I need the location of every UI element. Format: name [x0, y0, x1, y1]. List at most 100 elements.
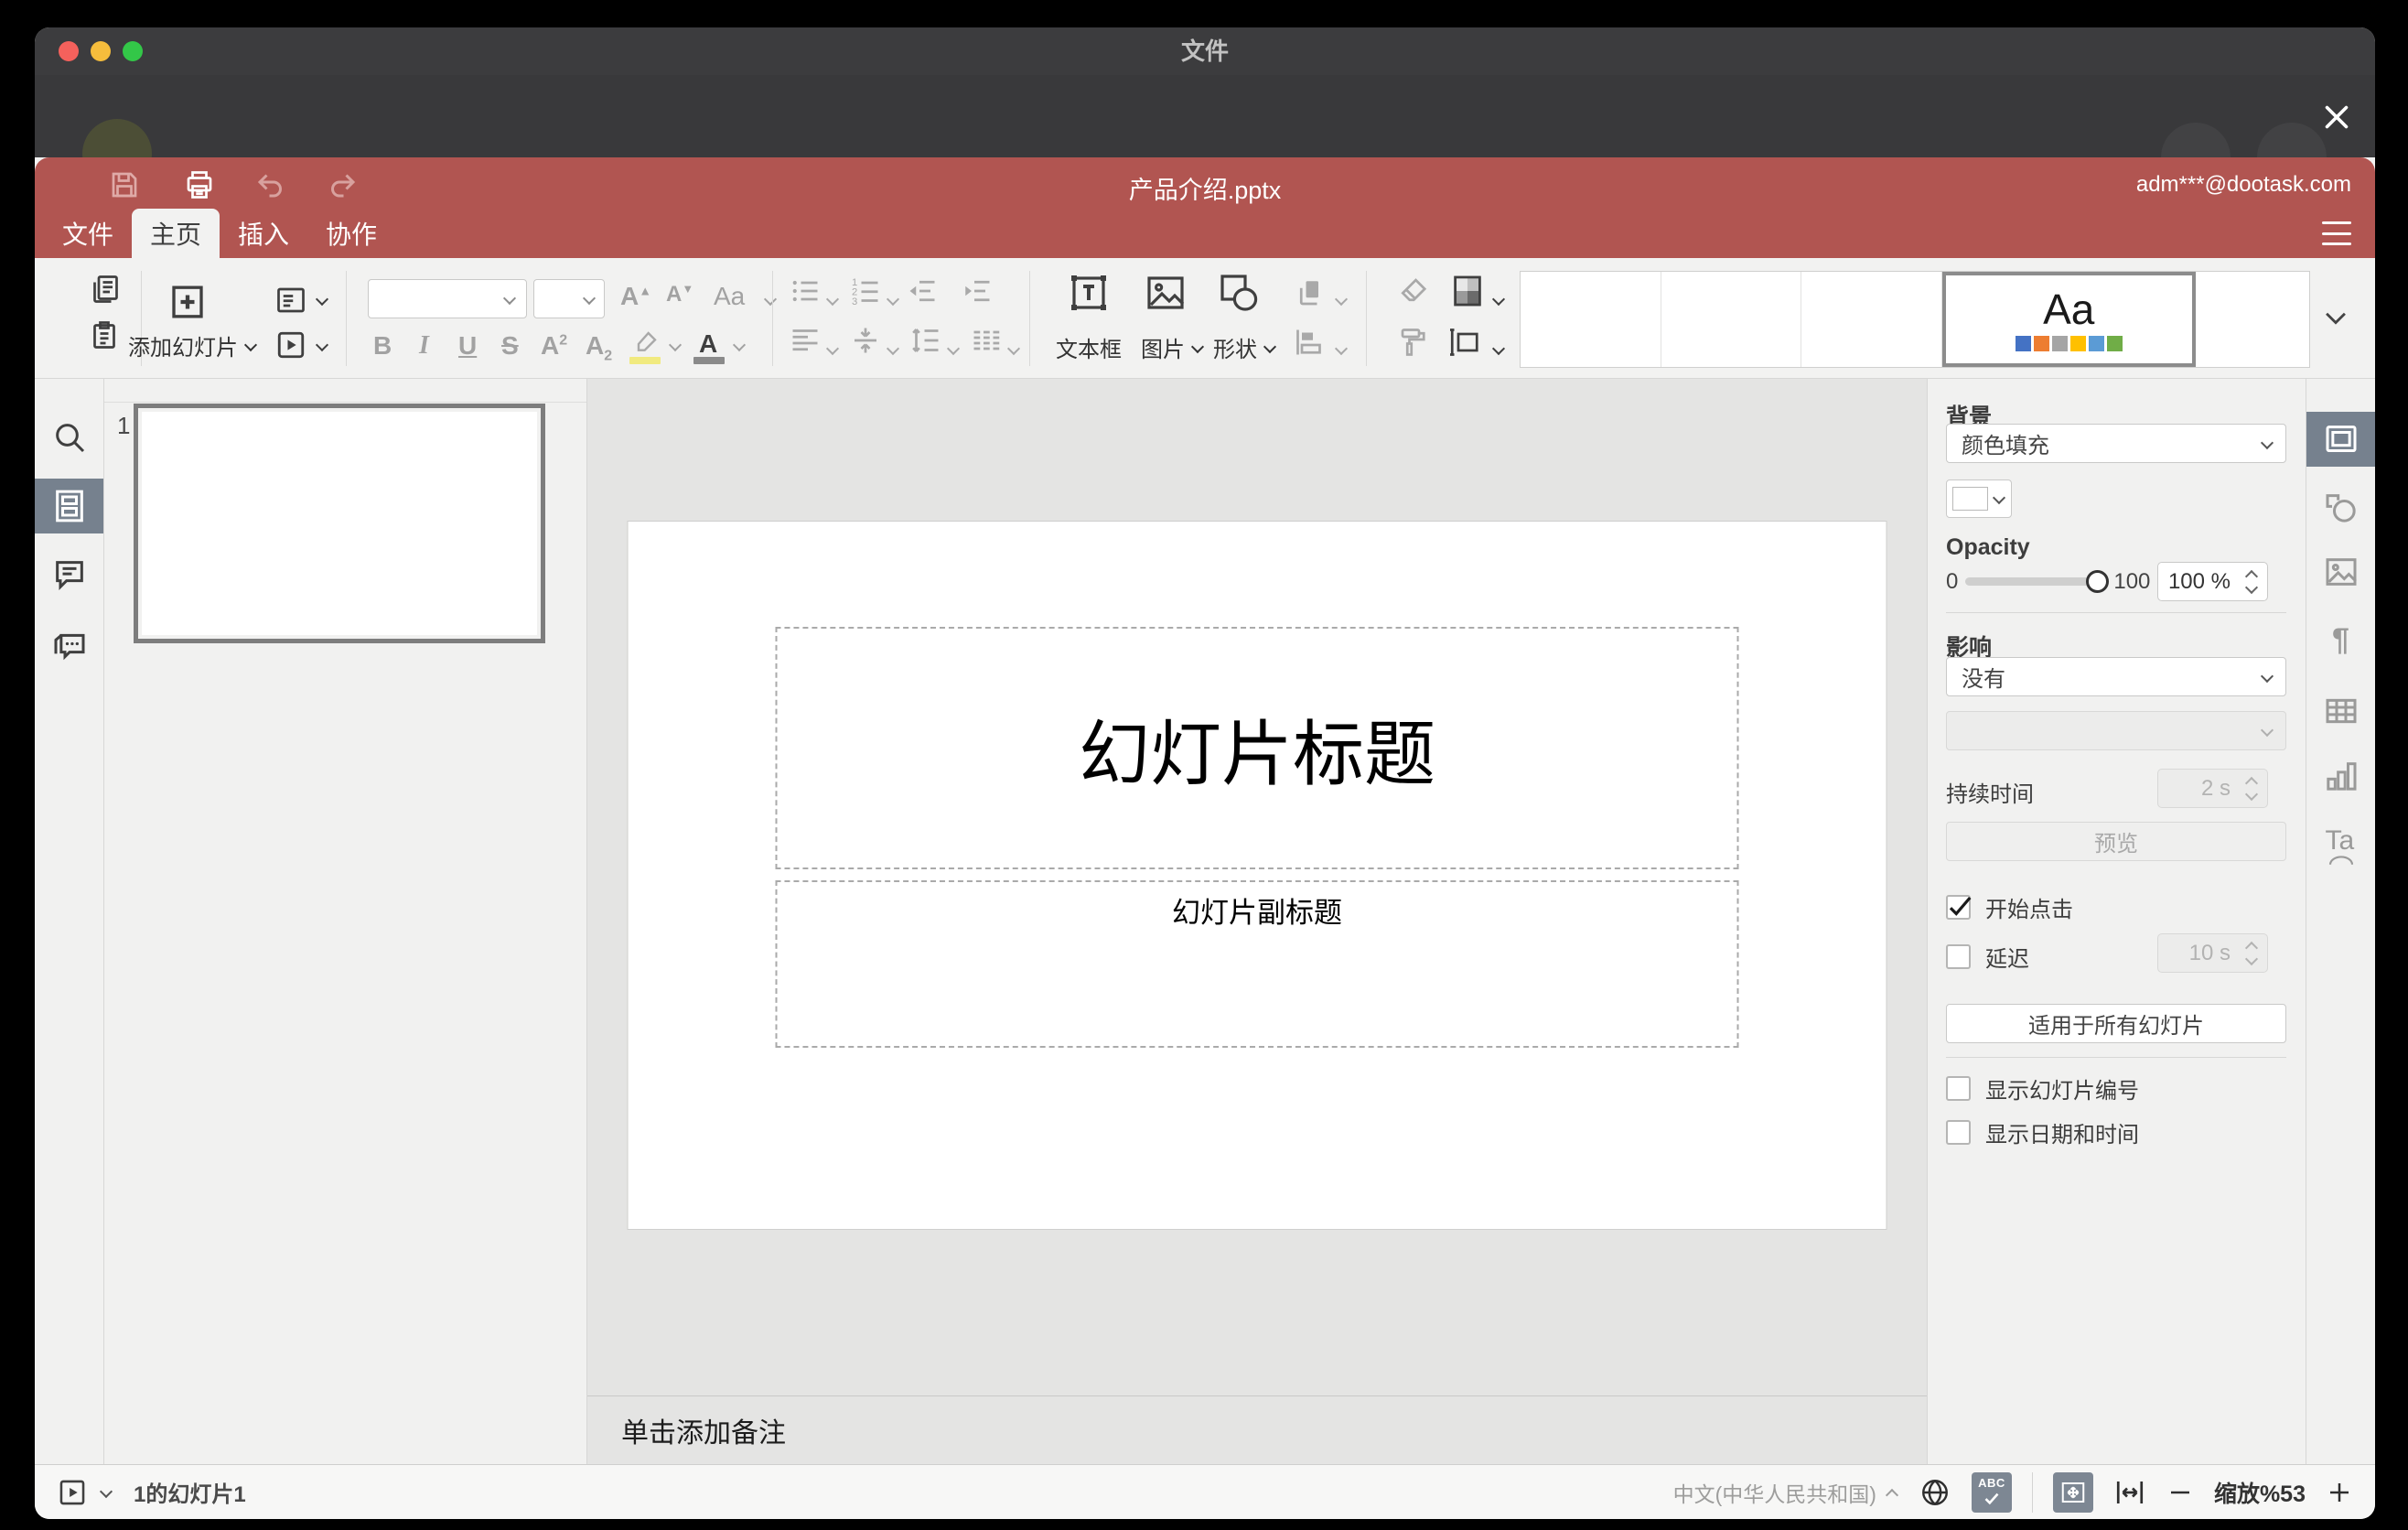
color-scheme-icon[interactable]	[1449, 273, 1486, 309]
zoom-in-icon[interactable]	[2326, 1476, 2353, 1509]
fill-type-select[interactable]: 颜色填充	[1946, 424, 2286, 463]
theme-option-3[interactable]	[1801, 272, 1942, 367]
opacity-slider[interactable]	[1965, 570, 2110, 593]
table-settings-icon[interactable]	[2323, 693, 2360, 729]
document-language-icon[interactable]	[1919, 1476, 1951, 1509]
decrease-font-icon[interactable]: A▼	[666, 282, 693, 307]
chevron-down-icon[interactable]	[315, 339, 329, 353]
title-placeholder[interactable]: 幻灯片标题	[775, 627, 1739, 869]
shape-settings-icon[interactable]	[2323, 490, 2360, 526]
close-icon[interactable]	[2320, 101, 2353, 134]
zoom-out-icon[interactable]	[2166, 1476, 2194, 1509]
chart-settings-icon[interactable]	[2323, 758, 2360, 794]
add-slide-button[interactable]: 添加幻灯片	[128, 329, 258, 361]
show-slide-number-checkbox[interactable]	[1946, 1076, 1971, 1101]
slide-size-icon[interactable]	[1447, 326, 1480, 359]
chevron-down-icon[interactable]	[946, 342, 961, 357]
chevron-down-icon[interactable]	[886, 293, 900, 307]
line-spacing-icon[interactable]	[909, 324, 942, 357]
copy-icon[interactable]	[88, 273, 121, 306]
image-settings-icon[interactable]	[2323, 554, 2360, 590]
chevron-down-icon[interactable]	[1006, 342, 1021, 357]
chevron-down-icon[interactable]	[763, 293, 778, 307]
language-selector[interactable]: 中文(中华人民共和国)	[1673, 1477, 1898, 1508]
slide[interactable]: 幻灯片标题 幻灯片副标题	[628, 522, 1887, 1229]
effect-select[interactable]: 没有	[1946, 657, 2286, 696]
strikethrough-icon[interactable]: S	[501, 331, 519, 361]
subtitle-placeholder[interactable]: 幻灯片副标题	[775, 880, 1739, 1048]
notes-area[interactable]: 单击添加备注	[587, 1395, 1927, 1464]
opacity-slider-handle[interactable]	[2086, 570, 2110, 593]
effect-variant-select[interactable]	[1946, 711, 2286, 750]
fit-to-slide-icon[interactable]	[2052, 1471, 2093, 1513]
opacity-spinner[interactable]: 100 %	[2157, 562, 2268, 601]
spinner-arrows-icon[interactable]	[2243, 567, 2260, 597]
apply-to-all-button[interactable]: 适用于所有幻灯片	[1946, 1004, 2286, 1043]
comments-icon[interactable]	[51, 556, 88, 593]
text-box-button[interactable]: 文本框	[1056, 331, 1122, 363]
chevron-down-icon[interactable]	[732, 339, 747, 353]
slides-panel-icon[interactable]	[51, 488, 88, 524]
horizontal-align-icon[interactable]	[789, 324, 822, 357]
font-size-select[interactable]	[533, 279, 605, 318]
chevron-down-icon[interactable]	[1491, 342, 1506, 357]
chevron-down-icon[interactable]	[1334, 342, 1349, 357]
fit-to-width-icon[interactable]	[2113, 1476, 2146, 1509]
align-shape-icon[interactable]	[1294, 326, 1327, 359]
tab-insert[interactable]: 插入	[220, 209, 307, 258]
superscript-icon[interactable]: A2	[541, 331, 567, 361]
slide-thumbnail[interactable]	[134, 404, 545, 643]
change-case-icon[interactable]: Aa	[714, 282, 745, 311]
font-color-icon[interactable]: A	[699, 329, 717, 359]
chevron-down-icon[interactable]	[99, 1485, 113, 1500]
italic-icon[interactable]: I	[419, 331, 429, 361]
delay-checkbox[interactable]	[1946, 944, 1971, 969]
bullet-list-icon[interactable]	[789, 275, 822, 307]
theme-option-2[interactable]	[1661, 272, 1801, 367]
gallery-expand-icon[interactable]	[2320, 302, 2351, 333]
tab-home[interactable]: 主页	[132, 209, 220, 258]
theme-option-selected[interactable]: Aa	[1941, 272, 2196, 367]
theme-option-5[interactable]	[2196, 272, 2309, 367]
add-slide-icon[interactable]	[169, 284, 206, 320]
preview-button[interactable]: 预览	[1946, 822, 2286, 861]
shape-button[interactable]: 形状	[1213, 331, 1277, 363]
highlight-color-icon[interactable]	[631, 328, 661, 357]
increase-indent-icon[interactable]	[961, 275, 994, 307]
text-box-icon[interactable]	[1067, 271, 1111, 315]
start-on-click-checkbox[interactable]	[1946, 895, 1972, 920]
slide-canvas[interactable]: 幻灯片标题 幻灯片副标题	[587, 379, 1927, 1395]
paragraph-settings-icon[interactable]: ¶	[2332, 624, 2349, 655]
tab-collaboration[interactable]: 协作	[307, 209, 395, 258]
fill-color-select[interactable]	[1946, 479, 2012, 518]
slide-layout-icon[interactable]	[274, 284, 307, 317]
paste-icon[interactable]	[88, 318, 121, 351]
chevron-down-icon[interactable]	[315, 293, 329, 307]
start-preview-icon[interactable]	[57, 1477, 88, 1508]
numbered-list-icon[interactable]: 1 2 3	[849, 275, 882, 307]
decrease-indent-icon[interactable]	[906, 275, 939, 307]
text-art-settings-icon[interactable]: Ta	[2326, 827, 2357, 866]
underline-icon[interactable]: U	[458, 331, 477, 361]
subscript-icon[interactable]: A2	[586, 331, 612, 365]
chevron-down-icon[interactable]	[1491, 293, 1506, 307]
format-painter-icon[interactable]	[1394, 326, 1427, 359]
chevron-down-icon[interactable]	[886, 342, 900, 357]
image-icon[interactable]	[1144, 271, 1188, 315]
columns-icon[interactable]	[970, 324, 1003, 357]
chevron-down-icon[interactable]	[668, 339, 683, 353]
bold-icon[interactable]: B	[373, 331, 392, 361]
theme-option-1[interactable]	[1521, 272, 1661, 367]
chevron-down-icon[interactable]	[825, 293, 840, 307]
chevron-down-icon[interactable]	[1334, 293, 1349, 307]
chevron-down-icon[interactable]	[825, 342, 840, 357]
increase-font-icon[interactable]: A▲	[620, 282, 651, 311]
slide-settings-icon[interactable]	[2323, 421, 2360, 458]
duration-spinner[interactable]: 2 s	[2157, 769, 2268, 808]
arrange-shape-icon[interactable]	[1294, 276, 1327, 309]
menu-icon[interactable]	[2322, 221, 2351, 245]
image-button[interactable]: 图片	[1141, 331, 1205, 363]
chat-icon[interactable]	[51, 628, 88, 664]
delay-spinner[interactable]: 10 s	[2157, 933, 2268, 973]
show-date-time-checkbox[interactable]	[1946, 1120, 1971, 1145]
